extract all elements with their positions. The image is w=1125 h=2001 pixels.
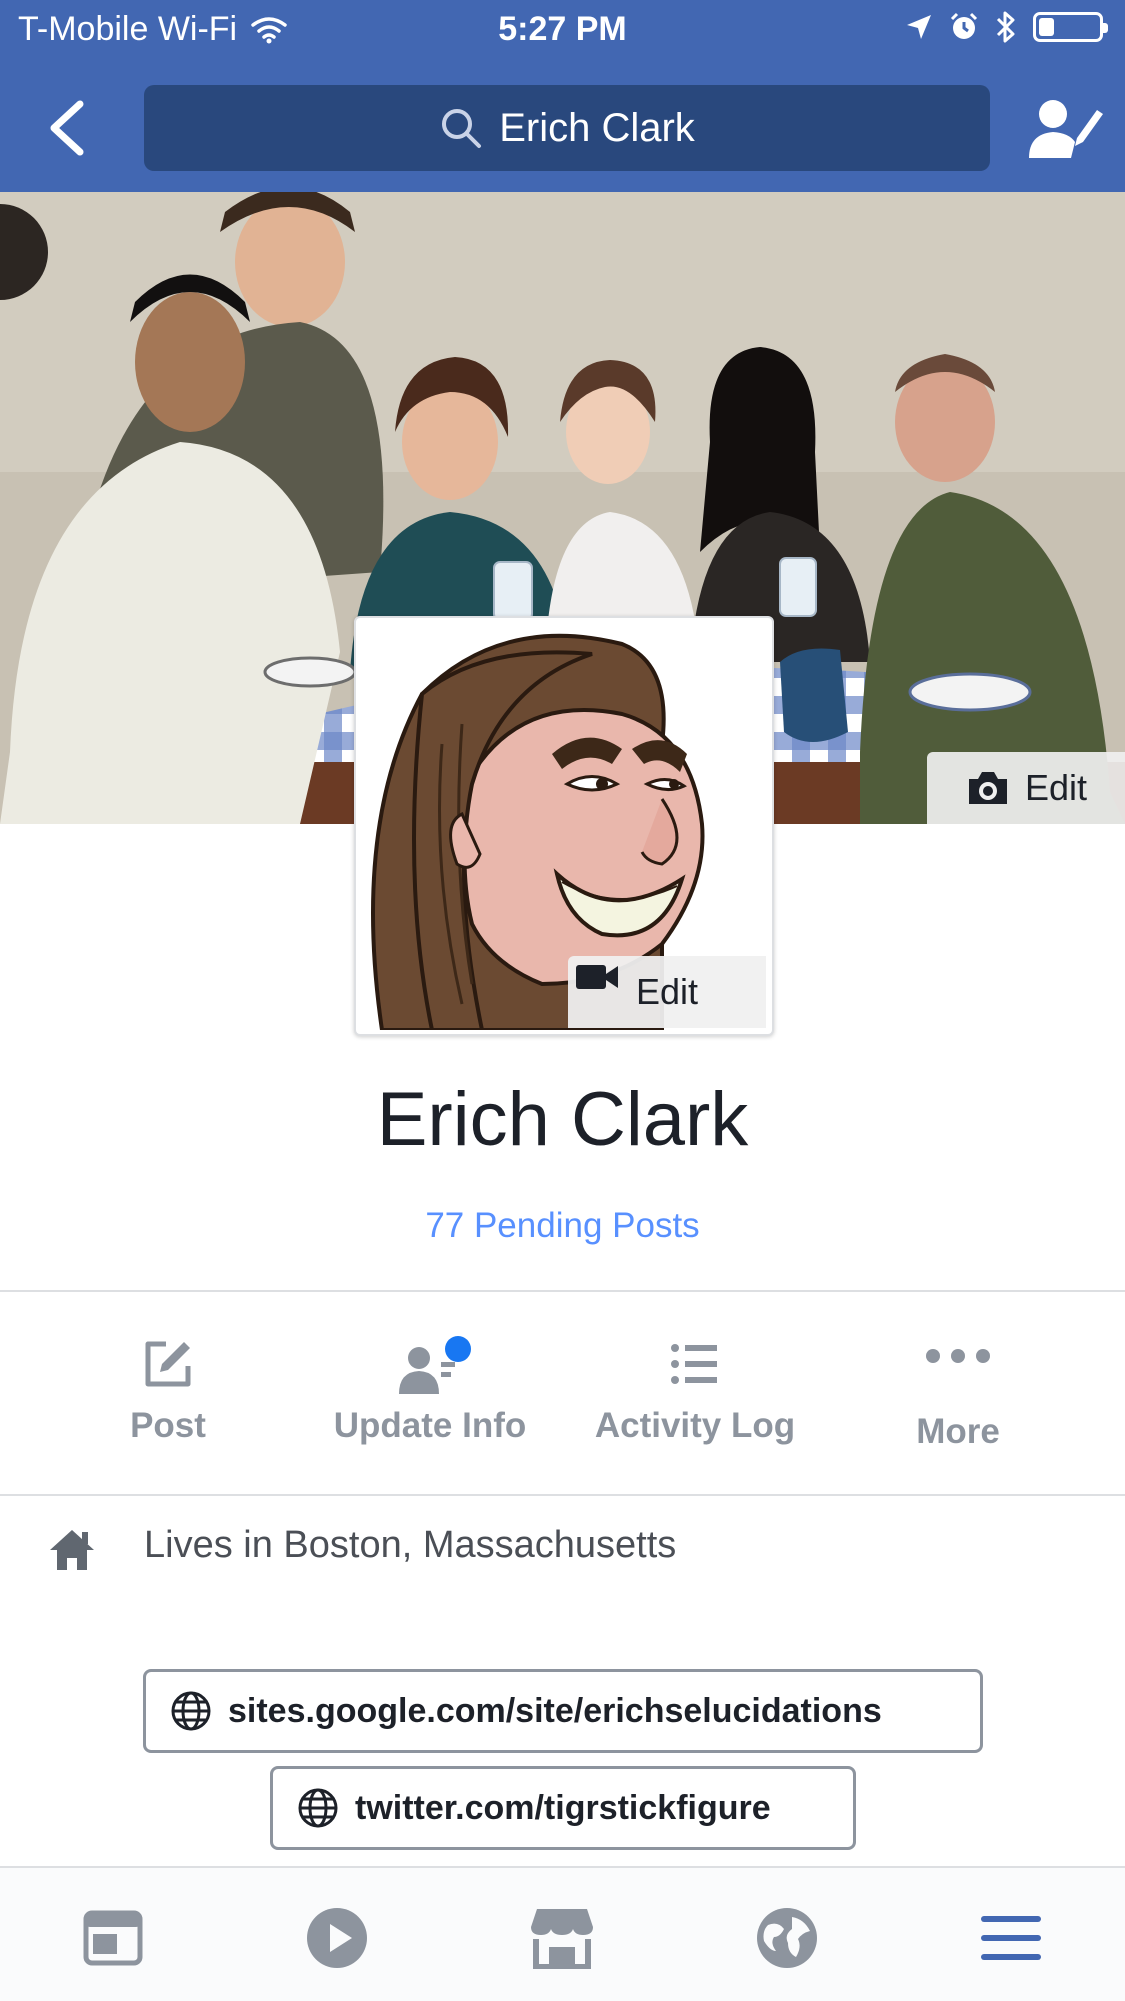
menu-icon: [981, 1916, 1041, 1960]
profile-actions: Post Update Info Activity Log More: [0, 1292, 1125, 1496]
battery-icon: [1033, 12, 1108, 42]
pending-posts-link[interactable]: 77 Pending Posts: [0, 1206, 1125, 1246]
news-feed-icon: [83, 1910, 143, 1966]
bluetooth-icon: [996, 11, 1015, 43]
more-button[interactable]: More: [828, 1292, 1088, 1496]
status-bar: T-Mobile Wi-Fi 5:27 PM: [0, 0, 1125, 62]
location-arrow-icon: [907, 15, 931, 39]
video-icon: [307, 1908, 367, 1968]
tab-news-feed[interactable]: [68, 1898, 158, 1978]
divider: [0, 1494, 1125, 1496]
twitter-link-text: twitter.com/tigrstickfigure: [355, 1788, 771, 1827]
tab-marketplace[interactable]: [517, 1898, 607, 1978]
update-info-icon: [399, 1336, 471, 1394]
search-bar[interactable]: Erich Clark: [144, 85, 990, 171]
profile-name: Erich Clark: [376, 1077, 749, 1162]
lives-in-text: Lives in Boston, Massachusetts: [144, 1524, 677, 1566]
nav-bar: Erich Clark: [0, 62, 1125, 192]
profile-picture-edit-button[interactable]: Edit: [568, 956, 766, 1028]
edit-profile-button[interactable]: [1025, 92, 1105, 162]
alarm-icon: [950, 12, 978, 39]
video-camera-icon: [576, 965, 618, 989]
profile-picture[interactable]: Edit: [354, 616, 774, 1036]
back-button[interactable]: [40, 92, 100, 162]
camera-icon: [968, 772, 1007, 804]
list-icon: [671, 1344, 717, 1384]
notification-badge: [445, 1336, 471, 1362]
tab-menu[interactable]: [966, 1898, 1056, 1978]
post-button[interactable]: Post: [38, 1292, 298, 1496]
activity-log-button[interactable]: Activity Log: [565, 1292, 825, 1496]
person-edit-icon: [1029, 100, 1103, 158]
more-dots-icon: [926, 1349, 990, 1363]
cover-edit-button[interactable]: Edit: [927, 752, 1125, 824]
update-info-button[interactable]: Update Info: [300, 1292, 560, 1496]
post-label: Post: [130, 1406, 206, 1445]
search-icon: [442, 109, 482, 148]
activity-log-label: Activity Log: [594, 1406, 796, 1445]
marketplace-icon: [531, 1909, 593, 1969]
chevron-left-icon: [50, 100, 84, 156]
cover-edit-label: Edit: [1024, 767, 1088, 808]
app-header: T-Mobile Wi-Fi 5:27 PM Erich Clark: [0, 0, 1125, 192]
tab-video[interactable]: [292, 1898, 382, 1978]
profile-picture-edit-label: Edit: [635, 971, 699, 1012]
search-text: Erich Clark: [499, 105, 695, 150]
compose-icon: [145, 1341, 191, 1387]
globe-icon: [298, 1788, 338, 1828]
website-link[interactable]: sites.google.com/site/erichselucidations: [143, 1669, 983, 1753]
website-link-text: sites.google.com/site/erichselucidations: [228, 1691, 882, 1730]
globe-icon: [757, 1908, 817, 1968]
lives-in-row: Lives in Boston, Massachusetts: [0, 1518, 1125, 1578]
twitter-link[interactable]: twitter.com/tigrstickfigure: [270, 1766, 856, 1850]
bottom-tab-bar: [0, 1866, 1125, 2001]
more-label: More: [916, 1412, 1000, 1451]
home-icon: [50, 1530, 94, 1570]
tab-notifications[interactable]: [742, 1898, 832, 1978]
update-info-label: Update Info: [333, 1406, 527, 1445]
globe-icon: [171, 1691, 211, 1731]
